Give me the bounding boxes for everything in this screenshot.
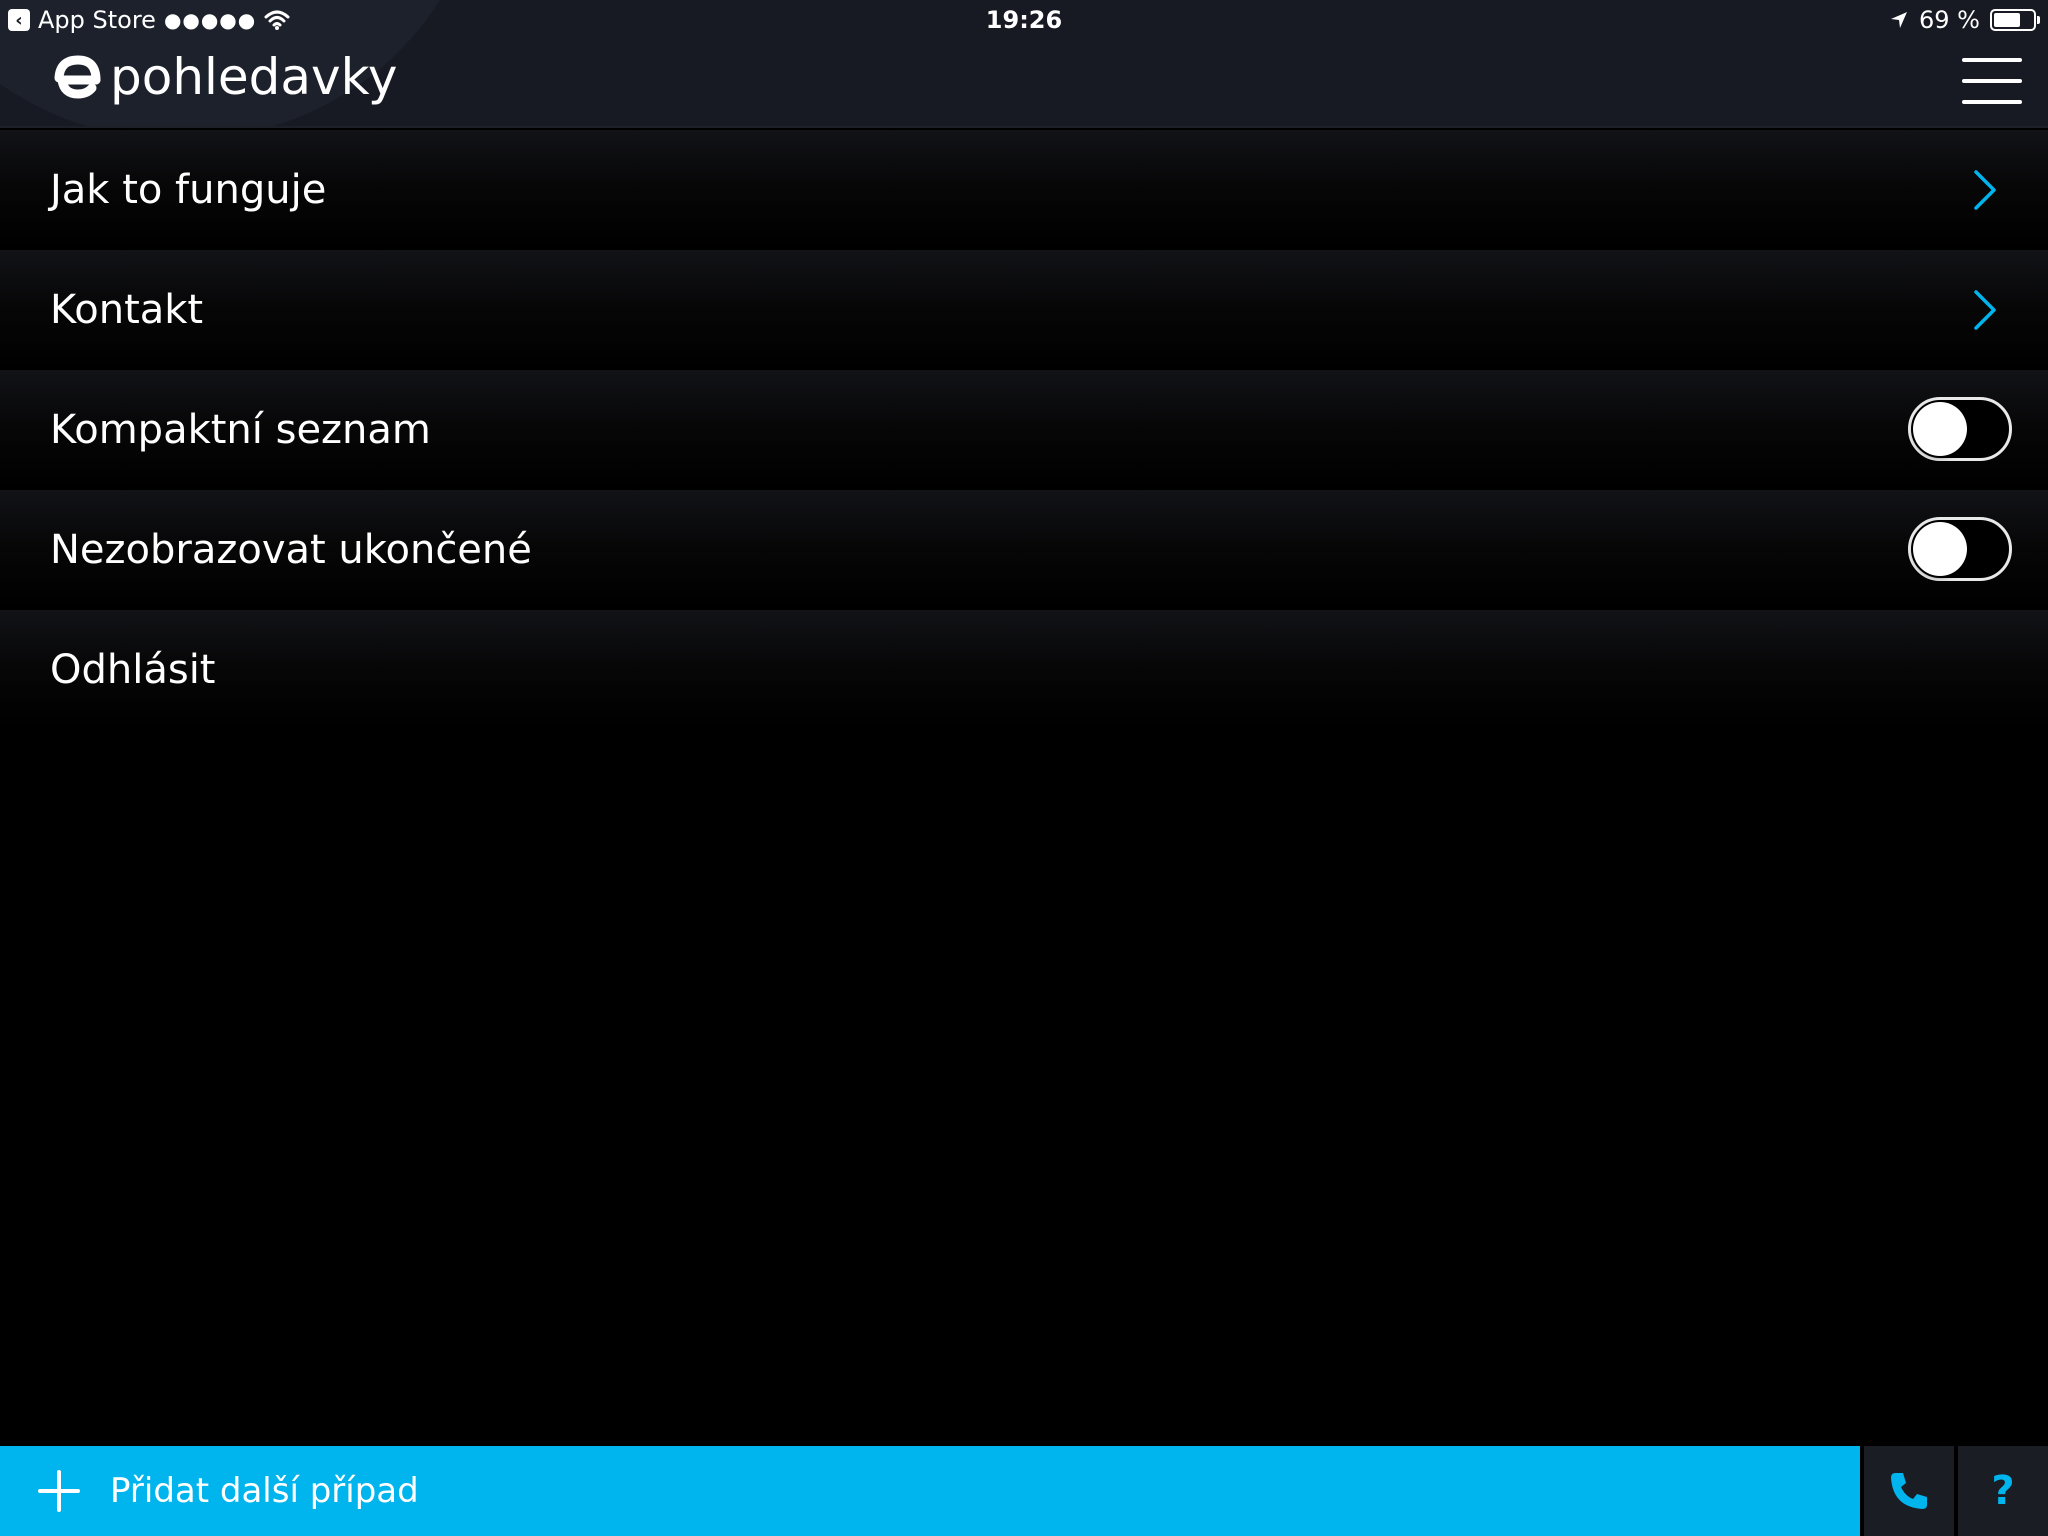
menu-item-logout[interactable]: Odhlásit	[0, 610, 2048, 730]
app-header: ‹ App Store ●●●●● 19:26 69 % pohledavky	[0, 0, 2048, 128]
battery-icon	[1990, 9, 2040, 31]
menu-item-label: Kontakt	[50, 287, 204, 333]
chevron-right-icon	[1974, 170, 1996, 210]
menu-bar	[1962, 79, 2022, 83]
logo-e-icon	[54, 55, 101, 99]
phone-button[interactable]	[1864, 1446, 1954, 1536]
status-bar: ‹ App Store ●●●●● 19:26 69 %	[0, 0, 2048, 40]
menu-item-compact-list: Kompaktní seznam	[0, 370, 2048, 490]
battery-fill	[1994, 13, 2020, 27]
add-case-button[interactable]: Přidat další případ	[0, 1446, 1860, 1536]
plus-icon	[38, 1470, 80, 1512]
menu-item-label: Odhlásit	[50, 647, 216, 693]
chevron-right-icon	[1974, 290, 1996, 330]
menu-item-hide-finished: Nezobrazovat ukončené	[0, 490, 2048, 610]
status-right: 69 %	[1889, 6, 2040, 34]
menu-item-label: Nezobrazovat ukončené	[50, 527, 532, 573]
hide-finished-toggle[interactable]	[1908, 517, 2012, 581]
status-time: 19:26	[985, 6, 1063, 34]
menu-item-label: Kompaktní seznam	[50, 407, 431, 453]
menu-bar	[1962, 58, 2022, 62]
toggle-knob	[1913, 522, 1967, 576]
location-arrow-icon	[1891, 12, 1908, 28]
toggle-knob	[1913, 402, 1967, 456]
menu-bar	[1962, 100, 2022, 104]
hamburger-menu-icon[interactable]	[1962, 58, 2022, 104]
menu-item-contact[interactable]: Kontakt	[0, 250, 2048, 370]
menu-item-how-it-works[interactable]: Jak to funguje	[0, 130, 2048, 250]
question-mark-icon: ?	[1991, 1468, 2015, 1514]
app-logo: pohledavky	[52, 50, 397, 104]
logo-text: pohledavky	[110, 48, 398, 106]
battery-percent: 69 %	[1919, 6, 1980, 34]
help-button[interactable]: ?	[1958, 1446, 2048, 1536]
app-root: ‹ App Store ●●●●● 19:26 69 % pohledavky …	[0, 0, 2048, 1536]
phone-icon	[1891, 1473, 1927, 1509]
add-case-label: Přidat další případ	[110, 1471, 419, 1511]
menu-item-label: Jak to funguje	[50, 167, 327, 213]
compact-list-toggle[interactable]	[1908, 397, 2012, 461]
settings-menu-list: Jak to funguje Kontakt Kompaktní seznam …	[0, 130, 2048, 730]
bottom-bar: Přidat další případ ?	[0, 1446, 2048, 1536]
